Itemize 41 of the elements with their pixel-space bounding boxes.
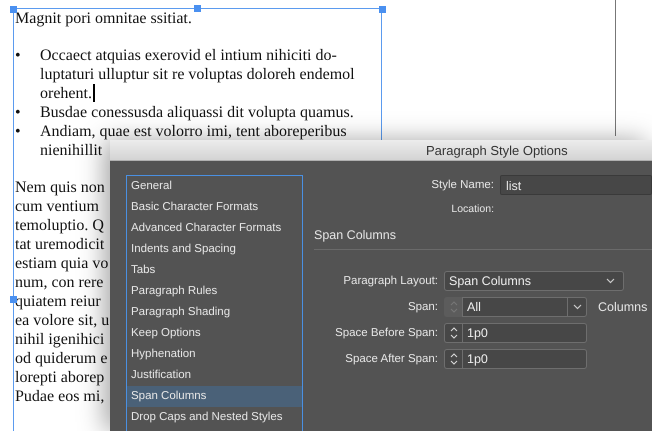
frame-handle[interactable] [194,5,201,12]
spinner-arrows-icon[interactable] [444,323,462,343]
category-item[interactable]: Basic Character Formats [127,197,302,218]
style-name-field[interactable]: list [500,175,652,195]
category-item[interactable]: Span Columns [127,386,302,407]
category-item[interactable]: Paragraph Shading [127,302,302,323]
category-item[interactable]: Justification [127,365,302,386]
list-item-text: Andiam, quae est volorro imi, tent aboreperibus nienihillit [40,122,347,160]
category-item[interactable]: Indents and Spacing [127,239,302,260]
bullet-marker: • [15,103,22,122]
dialog-title: Paragraph Style Options [426,142,568,158]
field-label: Style Name: [430,179,494,191]
combo-box[interactable]: All [462,297,587,317]
frame-handle[interactable] [10,6,17,13]
category-item[interactable]: Paragraph Rules [127,281,302,302]
field-label: Space Before Span: [334,327,438,339]
spinner-arrows-icon[interactable] [444,349,462,369]
paragraph-text: Nem quis non cum ventium temoluptio. Q tat uremodicit estiam quia vo num, con rere quiatem reiur ea volore sit, u nihil igenihici od quiderum e lorepti aborep Pudae eos mi, [15,178,110,406]
input-field[interactable]: 1p0 [462,349,587,369]
dropdown[interactable]: Span Columns [444,271,624,291]
frame-handle[interactable] [10,296,17,303]
category-item[interactable]: Advanced Character Formats [127,218,302,239]
field-label: Location: [450,203,494,215]
input-field[interactable]: 1p0 [462,323,587,343]
list-item-text: Occaect atquias exerovid el intium nihiciti do- luptaturi ulluptur sit re voluptas doloreh endemol orehent. [40,46,355,103]
bullet-marker: • [15,122,22,142]
section-title: Span Columns [314,228,396,242]
frame-handle[interactable] [379,6,386,13]
category-item[interactable]: Tabs [127,260,302,281]
field-label: Space After Span: [344,353,438,365]
category-item[interactable]: General [127,176,302,197]
category-item[interactable]: Keep Options [127,323,302,344]
bullet-marker: • [15,46,22,66]
category-item[interactable]: Drop Caps and Nested Styles [127,407,302,428]
category-item[interactable]: Hyphenation [127,344,302,365]
chevron-down-icon [606,278,615,284]
field-label: Paragraph Layout: [342,275,438,287]
unit-label: Columns [598,300,648,314]
paragraph-text: Magnit pori omnitae ssitiat. [15,9,192,28]
list-item-text: Busdae conessusda aliquassi dit volupta quamus. [40,103,354,122]
field-label: Span: [406,301,438,313]
